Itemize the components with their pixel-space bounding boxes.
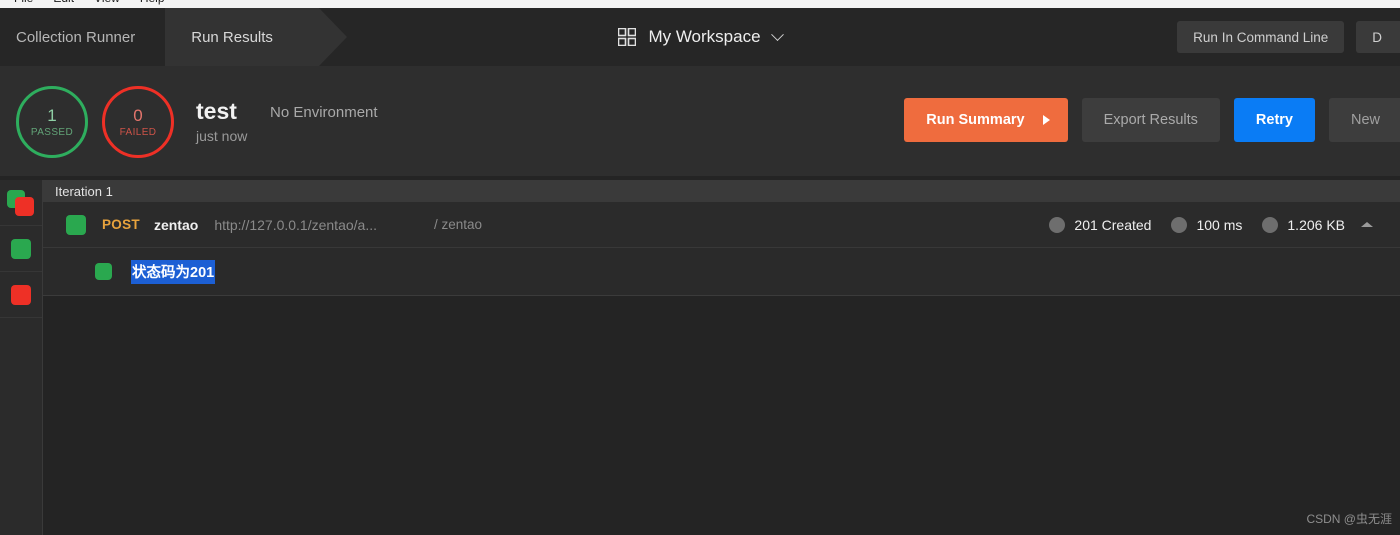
test-assertion-name[interactable]: 状态码为201 xyxy=(131,259,216,284)
menu-item-help[interactable]: Help xyxy=(130,0,175,7)
green-square-icon xyxy=(11,238,31,259)
run-timestamp: just now xyxy=(196,128,248,144)
breadcrumb-collection-runner-label: Collection Runner xyxy=(16,28,136,46)
documentation-button-clipped[interactable]: D xyxy=(1356,21,1400,53)
breadcrumb: Collection Runner Run Results xyxy=(0,8,347,66)
filter-failed-button[interactable] xyxy=(0,272,42,318)
status-dot-icon xyxy=(1049,216,1066,233)
watermark: CSDN @虫无涯 xyxy=(1306,512,1392,526)
green-square-icon xyxy=(95,263,112,280)
iteration-label: Iteration 1 xyxy=(55,183,113,199)
status-code-stat: 201 Created xyxy=(1049,216,1152,233)
time-dot-icon xyxy=(1171,216,1188,233)
menu-item-view[interactable]: View xyxy=(84,0,130,7)
failed-counter: 0 FAILED xyxy=(102,86,174,158)
request-name: zentao xyxy=(153,216,199,233)
iteration-header: Iteration 1 xyxy=(43,180,1400,202)
request-url: http://127.0.0.1/zentao/a... xyxy=(214,216,377,233)
response-time-label: 100 ms xyxy=(1196,216,1243,233)
test-result-row[interactable]: 状态码为201 xyxy=(43,248,1400,296)
filter-passed-button[interactable] xyxy=(0,226,42,272)
passed-label: PASSED xyxy=(30,126,74,138)
breadcrumb-run-results[interactable]: Run Results xyxy=(165,8,347,66)
play-triangle-icon xyxy=(1042,115,1050,125)
breadcrumb-collection-runner[interactable]: Collection Runner xyxy=(0,8,165,66)
filter-all-button[interactable] xyxy=(0,180,42,226)
run-summary-button[interactable]: Run Summary xyxy=(904,98,1068,142)
results-empty-area xyxy=(43,296,1400,533)
passed-count: 1 xyxy=(47,105,57,125)
menu-item-file[interactable]: File xyxy=(4,0,43,7)
new-button[interactable]: New xyxy=(1328,98,1400,142)
response-size-stat: 1.206 KB xyxy=(1262,216,1345,233)
retry-label: Retry xyxy=(1255,112,1293,128)
green-red-squares-icon xyxy=(7,189,35,216)
run-in-command-line-label: Run In Command Line xyxy=(1193,29,1329,45)
documentation-button-label: D xyxy=(1372,29,1382,45)
top-bar: Collection Runner Run Results My Workspa… xyxy=(0,8,1400,66)
run-in-command-line-button[interactable]: Run In Command Line xyxy=(1177,21,1345,53)
chevron-down-icon[interactable] xyxy=(770,27,784,41)
grid-icon xyxy=(618,28,637,46)
new-label: New xyxy=(1350,112,1380,128)
chevron-up-icon[interactable] xyxy=(1360,218,1374,232)
application-menu-bar: File Edit View Help xyxy=(0,0,1400,8)
top-bar-actions: Run In Command Line D xyxy=(1177,8,1400,66)
size-dot-icon xyxy=(1262,216,1279,233)
export-results-label: Export Results xyxy=(1103,112,1198,128)
request-path: / zentao xyxy=(434,217,483,232)
workspace-selector[interactable]: My Workspace xyxy=(618,27,784,47)
result-filter-rail xyxy=(0,180,43,535)
run-summary-label: Run Summary xyxy=(926,112,1025,128)
breadcrumb-run-results-label: Run Results xyxy=(191,28,273,46)
results-panel: Iteration 1 POST zentao http://127.0.0.1… xyxy=(43,180,1400,535)
response-time-stat: 100 ms xyxy=(1171,216,1243,233)
request-stats: 201 Created 100 ms 1.206 KB xyxy=(1049,216,1345,233)
summary-actions: Run Summary Export Results Retry New xyxy=(904,98,1400,142)
retry-button[interactable]: Retry xyxy=(1233,98,1315,142)
green-square-icon xyxy=(66,214,86,235)
collection-name: test xyxy=(196,98,237,124)
failed-count: 0 xyxy=(133,105,143,125)
export-results-button[interactable]: Export Results xyxy=(1081,98,1220,142)
menu-item-edit[interactable]: Edit xyxy=(43,0,84,7)
red-square-icon xyxy=(11,284,31,305)
failed-label: FAILED xyxy=(119,126,157,138)
postman-collection-runner-window: File Edit View Help Collection Runner Ru… xyxy=(0,0,1400,535)
environment-label: No Environment xyxy=(270,104,378,121)
status-code-label: 201 Created xyxy=(1074,216,1152,233)
request-result-row[interactable]: POST zentao http://127.0.0.1/zentao/a...… xyxy=(43,202,1400,248)
request-method: POST xyxy=(102,217,140,232)
run-summary-strip: 1 PASSED 0 FAILED test just now No Envir… xyxy=(0,66,1400,176)
passed-counter: 1 PASSED xyxy=(16,86,88,158)
workspace-name: My Workspace xyxy=(648,27,761,46)
run-meta: test just now xyxy=(196,98,247,144)
result-counters: 1 PASSED 0 FAILED xyxy=(16,86,174,158)
response-size-label: 1.206 KB xyxy=(1287,216,1345,233)
